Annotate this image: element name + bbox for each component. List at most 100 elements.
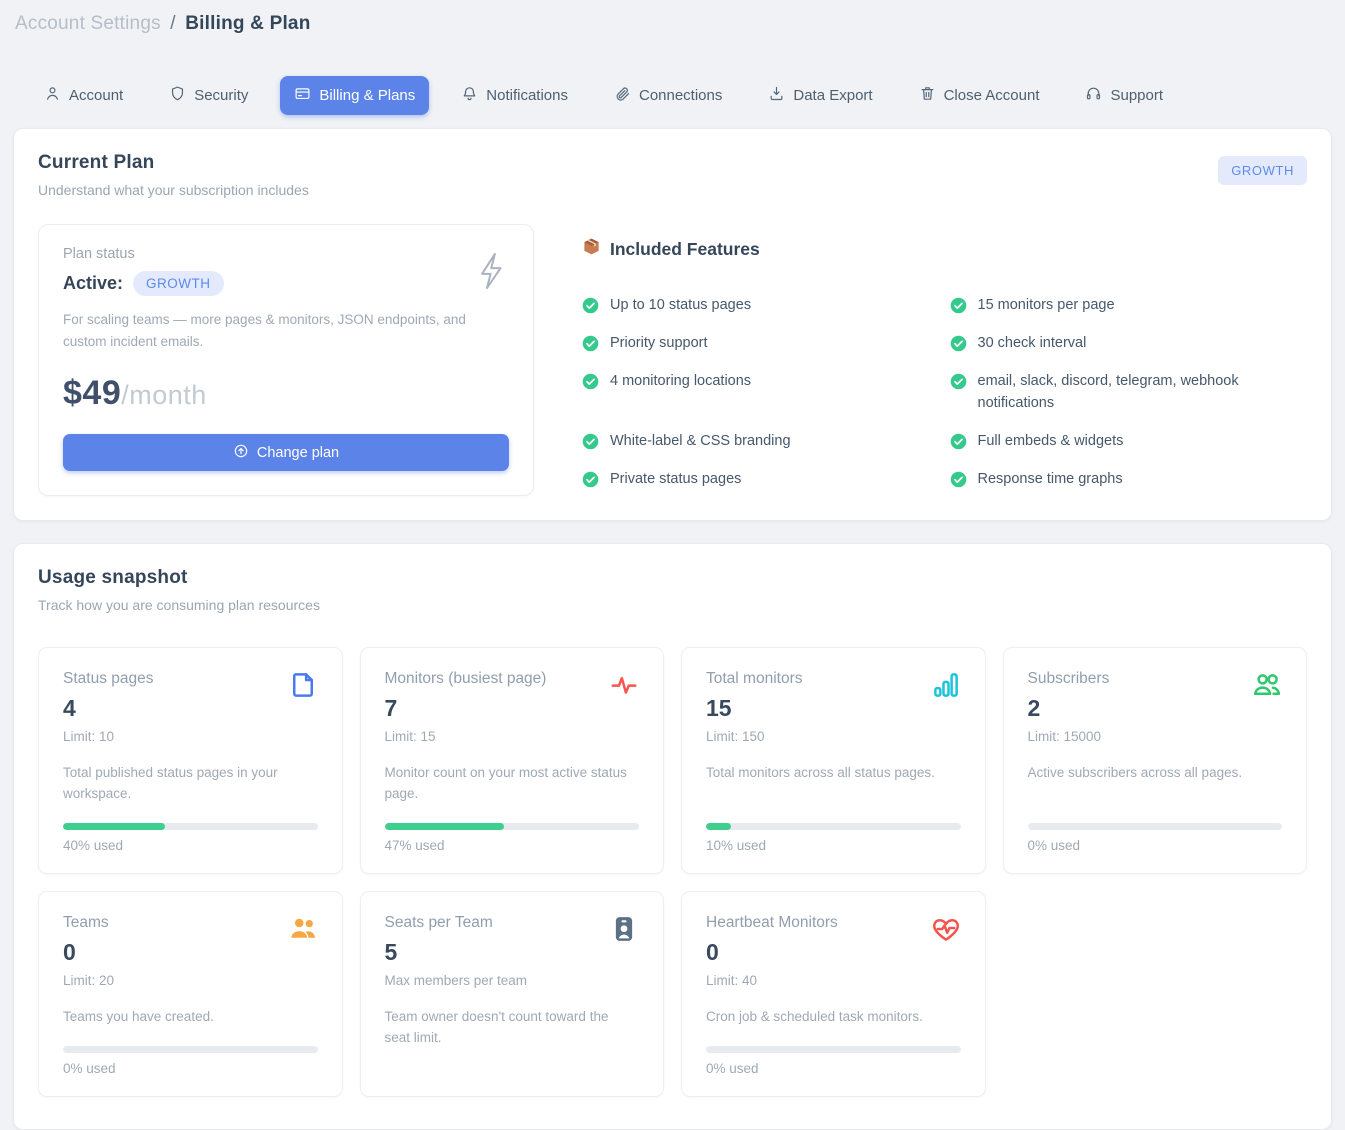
percent-used-label: 10% used bbox=[706, 838, 961, 853]
plan-status-label: Plan status bbox=[63, 246, 509, 262]
usage-limit: Limit: 10 bbox=[63, 729, 318, 744]
usage-card-seats-per-team: Seats per Team 5 Max members per team Te… bbox=[360, 891, 665, 1097]
feature-item: White-label & CSS branding bbox=[582, 430, 922, 452]
breadcrumb-section[interactable]: Account Settings bbox=[15, 13, 161, 34]
usage-description: Team owner doesn't count toward the seat… bbox=[385, 1007, 640, 1049]
usage-description: Monitor count on your most active status… bbox=[385, 763, 640, 805]
credit-card-icon bbox=[294, 85, 311, 106]
settings-tab-bar: Account Security Billing & Plans Notific… bbox=[30, 76, 1345, 115]
usage-description: Cron job & scheduled task monitors. bbox=[706, 1007, 961, 1028]
lightning-icon bbox=[475, 251, 509, 296]
progress-bar bbox=[1028, 823, 1283, 830]
percent-used-label: 0% used bbox=[63, 1061, 318, 1076]
usage-card-status-pages: Status pages 4 Limit: 10 Total published… bbox=[38, 647, 343, 874]
feature-item: email, slack, discord, telegram, webhook… bbox=[950, 370, 1290, 414]
progress-bar bbox=[385, 823, 640, 830]
trash-icon bbox=[919, 85, 936, 106]
feature-item: Full embeds & widgets bbox=[950, 430, 1290, 452]
usage-limit: Limit: 150 bbox=[706, 729, 961, 744]
plan-tier-badge: GROWTH bbox=[133, 271, 224, 296]
usage-title: Usage snapshot bbox=[38, 567, 1307, 589]
feature-item: Private status pages bbox=[582, 468, 922, 490]
check-circle-icon bbox=[582, 297, 599, 314]
percent-used-label: 0% used bbox=[1028, 838, 1283, 853]
bar-chart-icon bbox=[931, 670, 961, 705]
check-circle-icon bbox=[582, 373, 599, 390]
tab-billing-plans[interactable]: Billing & Plans bbox=[280, 76, 429, 115]
package-icon bbox=[582, 237, 601, 261]
usage-limit: Limit: 20 bbox=[63, 973, 318, 988]
tab-security[interactable]: Security bbox=[155, 76, 262, 115]
usage-subtitle: Track how you are consuming plan resourc… bbox=[38, 597, 1307, 613]
tab-label: Data Export bbox=[793, 87, 872, 104]
usage-description: Total monitors across all status pages. bbox=[706, 763, 961, 784]
tab-support[interactable]: Support bbox=[1071, 76, 1177, 115]
plan-status-card: Plan status Active: GROWTH For scaling t… bbox=[38, 224, 534, 496]
percent-used-label: 40% used bbox=[63, 838, 318, 853]
percent-used-label: 0% used bbox=[706, 1061, 961, 1076]
feature-item: Up to 10 status pages bbox=[582, 294, 922, 316]
progress-bar bbox=[706, 823, 961, 830]
check-circle-icon bbox=[950, 471, 967, 488]
usage-description: Active subscribers across all pages. bbox=[1028, 763, 1283, 784]
plan-description: For scaling teams — more pages & monitor… bbox=[63, 309, 493, 352]
usage-value: 4 bbox=[63, 695, 318, 722]
percent-used-label: 47% used bbox=[385, 838, 640, 853]
breadcrumb-separator: / bbox=[170, 13, 175, 34]
tab-account[interactable]: Account bbox=[30, 76, 137, 115]
usage-card-heartbeat-monitors: Heartbeat Monitors 0 Limit: 40 Cron job … bbox=[681, 891, 986, 1097]
feature-item: 15 monitors per page bbox=[950, 294, 1290, 316]
usage-limit: Limit: 40 bbox=[706, 973, 961, 988]
tab-data-export[interactable]: Data Export bbox=[754, 76, 886, 115]
users-icon bbox=[1252, 670, 1282, 705]
heart-pulse-icon bbox=[931, 914, 961, 949]
id-badge-icon bbox=[609, 914, 639, 949]
usage-limit: Max members per team bbox=[385, 973, 640, 988]
change-plan-button[interactable]: Change plan bbox=[63, 434, 509, 471]
usage-card-teams: Teams 0 Limit: 20 Teams you have created… bbox=[38, 891, 343, 1097]
current-plan-section: Current Plan Understand what your subscr… bbox=[13, 128, 1332, 521]
usage-value: 0 bbox=[63, 939, 318, 966]
usage-value: 7 bbox=[385, 695, 640, 722]
check-circle-icon bbox=[950, 297, 967, 314]
shield-icon bbox=[169, 85, 186, 106]
feature-item: 30 check interval bbox=[950, 332, 1290, 354]
breadcrumb: Account Settings / Billing & Plan bbox=[0, 0, 1345, 35]
included-features: Included Features Up to 10 status pages … bbox=[582, 224, 1307, 496]
check-circle-icon bbox=[582, 335, 599, 352]
usage-limit: Limit: 15 bbox=[385, 729, 640, 744]
tab-label: Close Account bbox=[944, 87, 1040, 104]
usage-value: 0 bbox=[706, 939, 961, 966]
change-plan-label: Change plan bbox=[257, 445, 339, 461]
tab-close-account[interactable]: Close Account bbox=[905, 76, 1054, 115]
bell-icon bbox=[461, 85, 478, 106]
current-plan-subtitle: Understand what your subscription includ… bbox=[38, 182, 309, 198]
usage-card-monitors-busiest: Monitors (busiest page) 7 Limit: 15 Moni… bbox=[360, 647, 665, 874]
check-circle-icon bbox=[950, 335, 967, 352]
users-filled-icon bbox=[288, 914, 318, 949]
current-plan-title: Current Plan bbox=[38, 152, 309, 174]
usage-snapshot-section: Usage snapshot Track how you are consumi… bbox=[13, 543, 1332, 1130]
plan-price: $49 bbox=[63, 374, 121, 413]
usage-description: Teams you have created. bbox=[63, 1007, 318, 1028]
arrow-up-circle-icon bbox=[233, 443, 249, 463]
tab-connections[interactable]: Connections bbox=[600, 76, 736, 115]
feature-item: Priority support bbox=[582, 332, 922, 354]
progress-bar bbox=[706, 1046, 961, 1053]
feature-item: Response time graphs bbox=[950, 468, 1290, 490]
usage-grid: Status pages 4 Limit: 10 Total published… bbox=[38, 647, 1307, 1097]
check-circle-icon bbox=[950, 433, 967, 450]
file-icon bbox=[288, 670, 318, 705]
download-icon bbox=[768, 85, 785, 106]
tab-label: Billing & Plans bbox=[319, 87, 415, 104]
usage-value: 5 bbox=[385, 939, 640, 966]
check-circle-icon bbox=[582, 471, 599, 488]
tab-label: Support bbox=[1110, 87, 1163, 104]
tab-label: Connections bbox=[639, 87, 722, 104]
tab-notifications[interactable]: Notifications bbox=[447, 76, 582, 115]
features-heading: Included Features bbox=[610, 239, 760, 260]
tab-label: Security bbox=[194, 87, 248, 104]
check-circle-icon bbox=[950, 373, 967, 390]
plan-price-period: /month bbox=[121, 380, 207, 411]
user-icon bbox=[44, 85, 61, 106]
